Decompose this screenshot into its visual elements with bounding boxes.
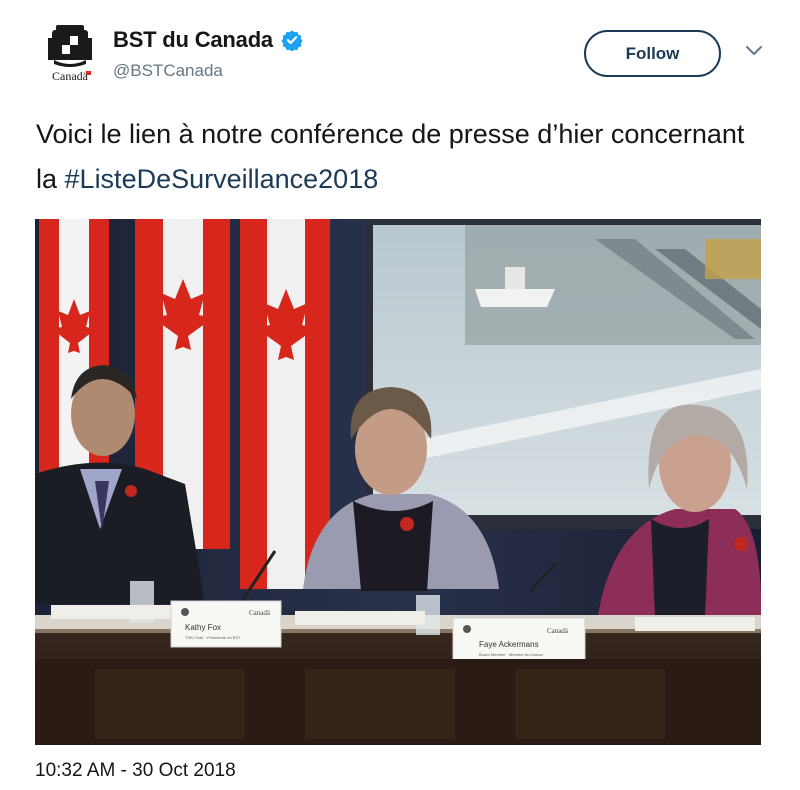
nameplate-name: Faye Ackermans <box>479 640 539 649</box>
avatar-wordmark: Canadä <box>52 69 89 83</box>
chevron-down-icon[interactable] <box>744 44 764 58</box>
nameplate-name: Kathy Fox <box>185 623 221 632</box>
nameplate-logo: Canadä <box>547 627 569 635</box>
avatar[interactable]: Canadä <box>42 22 98 84</box>
nameplate-faye-ackermans: Canadä Faye Ackermans Board Member · Mem… <box>452 617 586 665</box>
nameplate-kathy-fox: Canadä Kathy Fox TSB Chair · Présidente … <box>170 600 282 648</box>
nameplate-logo: Canadä <box>249 609 271 617</box>
tweet-photo[interactable]: Canadä Kathy Fox TSB Chair · Présidente … <box>35 219 761 745</box>
canada-coat-of-arms-icon: Canadä <box>48 25 92 83</box>
tweet-text: Voici le lien à notre conférence de pres… <box>36 112 766 202</box>
hashtag-link[interactable]: #ListeDeSurveillance2018 <box>65 164 379 194</box>
press-conference-photo: Canadä Kathy Fox TSB Chair · Présidente … <box>35 219 761 745</box>
account-handle[interactable]: @BSTCanada <box>113 61 223 81</box>
nameplate-title: TSB Chair · Présidente du BST <box>185 635 241 640</box>
display-name-row: BST du Canada <box>113 27 303 53</box>
follow-button[interactable]: Follow <box>584 30 721 77</box>
verified-badge-icon <box>281 29 303 52</box>
nameplate-title: Board Member · Membre du bureau <box>479 652 543 657</box>
tweet-timestamp[interactable]: 10:32 AM - 30 Oct 2018 <box>35 760 236 782</box>
display-name[interactable]: BST du Canada <box>113 27 273 53</box>
tweet-header: Canadä BST du Canada @BSTCanada Follow <box>0 0 800 100</box>
